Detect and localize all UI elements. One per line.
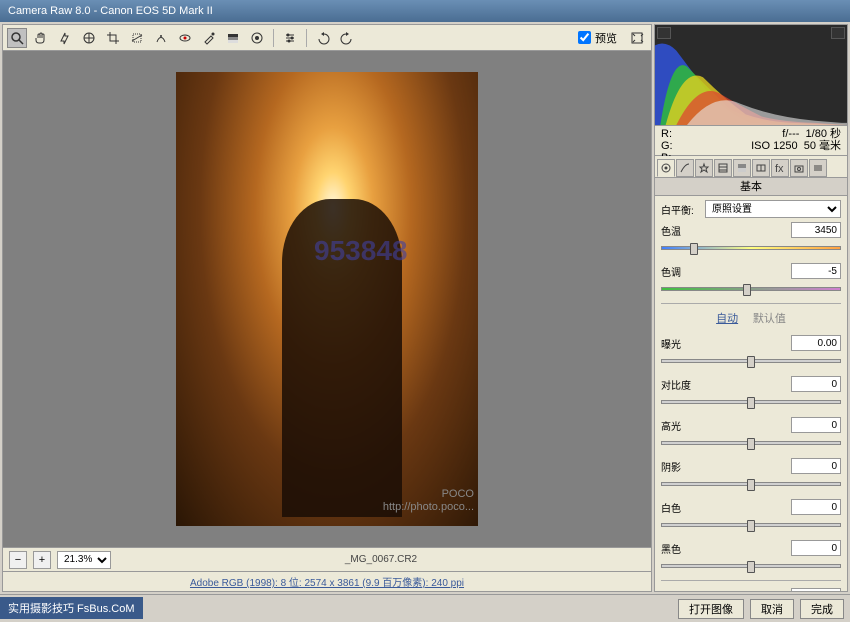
slider-label: 曝光: [661, 336, 705, 351]
slider-thumb[interactable]: [747, 479, 755, 491]
aperture-readout: f/---: [782, 128, 799, 140]
tab-detail[interactable]: [695, 159, 713, 177]
graduated-filter-icon[interactable]: [223, 28, 243, 48]
slider-thumb[interactable]: [747, 438, 755, 450]
slider-label: 色调: [661, 264, 705, 279]
overlay-text: 953848: [314, 235, 407, 267]
settings-body: 白平衡: 原照设置 色温色调 自动 默认值 曝光对比度高光阴影白色黑色 清晰度自…: [654, 196, 848, 592]
slider-track[interactable]: [661, 287, 841, 291]
slider-track[interactable]: [661, 246, 841, 250]
toolbar: 预览: [3, 25, 651, 51]
slider-value-input[interactable]: [791, 335, 841, 351]
tab-strip: fx: [654, 156, 848, 178]
slider-thumb[interactable]: [747, 397, 755, 409]
preview-checkbox[interactable]: [578, 31, 591, 44]
crop-tool-icon[interactable]: [103, 28, 123, 48]
preview-panel: 预览 POCOhttp://photo.poco... 953848 − + 2…: [2, 24, 652, 592]
tab-curve[interactable]: [676, 159, 694, 177]
adjustment-brush-icon[interactable]: [199, 28, 219, 48]
window-titlebar: Camera Raw 8.0 - Canon EOS 5D Mark II: [0, 0, 850, 22]
white-balance-tool-icon[interactable]: [55, 28, 75, 48]
slider-track[interactable]: [661, 523, 841, 527]
fullscreen-icon[interactable]: [627, 28, 647, 48]
slider-label: 色温: [661, 223, 705, 238]
shutter-readout: 1/80 秒: [806, 128, 841, 140]
rotate-left-icon[interactable]: [313, 28, 333, 48]
slider-value-input[interactable]: [791, 540, 841, 556]
slider-value-input[interactable]: [791, 458, 841, 474]
shadow-clip-icon[interactable]: [657, 27, 671, 39]
red-eye-icon[interactable]: [175, 28, 195, 48]
tab-basic[interactable]: [657, 159, 675, 177]
auto-link[interactable]: 自动: [716, 313, 738, 325]
slider-label: 清晰度: [661, 589, 705, 593]
done-button[interactable]: 完成: [800, 599, 844, 619]
canvas-footer: − + 21.3% _MG_0067.CR2: [3, 547, 651, 571]
slider-thumb[interactable]: [690, 243, 698, 255]
slider-value-input[interactable]: [791, 499, 841, 515]
info-bar: Adobe RGB (1998): 8 位: 2574 x 3861 (9.9 …: [3, 571, 651, 591]
zoom-select[interactable]: 21.3%: [57, 551, 111, 569]
wb-label: 白平衡:: [661, 202, 705, 217]
spot-removal-icon[interactable]: [151, 28, 171, 48]
slider-value-input[interactable]: [791, 376, 841, 392]
preferences-icon[interactable]: [280, 28, 300, 48]
poco-watermark: POCOhttp://photo.poco...: [383, 488, 474, 514]
tab-lens[interactable]: [752, 159, 770, 177]
slider-track[interactable]: [661, 564, 841, 568]
tab-hsl[interactable]: [714, 159, 732, 177]
slider-label: 对比度: [661, 377, 705, 392]
preview-label: 预览: [595, 30, 617, 46]
tab-split[interactable]: [733, 159, 751, 177]
slider-track[interactable]: [661, 482, 841, 486]
slider-value-input[interactable]: [791, 222, 841, 238]
readout: R: G: B: f/--- 1/80 秒 ISO 1250 50 毫米: [654, 126, 848, 156]
slider-thumb[interactable]: [743, 284, 751, 296]
slider-label: 阴影: [661, 459, 705, 474]
slider-track[interactable]: [661, 441, 841, 445]
slider-value-input[interactable]: [791, 263, 841, 279]
default-link[interactable]: 默认值: [753, 313, 786, 325]
rotate-right-icon[interactable]: [337, 28, 357, 48]
canvas-area[interactable]: POCOhttp://photo.poco... 953848: [3, 51, 651, 547]
r-readout: R:: [661, 128, 673, 140]
wb-select[interactable]: 原照设置: [705, 200, 841, 218]
filename-label: _MG_0067.CR2: [345, 554, 417, 565]
highlight-clip-icon[interactable]: [831, 27, 845, 39]
tab-fx[interactable]: fx: [771, 159, 789, 177]
slider-track[interactable]: [661, 359, 841, 363]
tab-camera[interactable]: [790, 159, 808, 177]
workflow-link[interactable]: Adobe RGB (1998): 8 位: 2574 x 3861 (9.9 …: [190, 574, 464, 589]
slider-track[interactable]: [661, 400, 841, 404]
straighten-tool-icon[interactable]: [127, 28, 147, 48]
cancel-button[interactable]: 取消: [750, 599, 794, 619]
zoom-tool-icon[interactable]: [7, 28, 27, 48]
slider-thumb[interactable]: [747, 356, 755, 368]
photo-preview: POCOhttp://photo.poco...: [176, 72, 478, 526]
slider-thumb[interactable]: [747, 561, 755, 573]
color-sampler-icon[interactable]: [79, 28, 99, 48]
right-panel: R: G: B: f/--- 1/80 秒 ISO 1250 50 毫米 fx …: [654, 24, 848, 592]
lens-readout: 50 毫米: [804, 140, 841, 152]
slider-label: 白色: [661, 500, 705, 515]
tab-presets[interactable]: [809, 159, 827, 177]
slider-thumb[interactable]: [747, 520, 755, 532]
page-watermark: 实用摄影技巧 FsBus.CoM: [0, 597, 143, 619]
histogram[interactable]: [654, 24, 848, 126]
slider-value-input[interactable]: [791, 417, 841, 433]
slider-value-input[interactable]: [791, 588, 841, 592]
g-readout: G:: [661, 140, 673, 152]
zoom-in-button[interactable]: +: [33, 551, 51, 569]
svg-text:fx: fx: [775, 163, 784, 174]
iso-readout: ISO 1250: [751, 140, 797, 152]
window-title: Camera Raw 8.0 - Canon EOS 5D Mark II: [8, 5, 213, 17]
slider-label: 高光: [661, 418, 705, 433]
open-image-button[interactable]: 打开图像: [678, 599, 744, 619]
hand-tool-icon[interactable]: [31, 28, 51, 48]
radial-filter-icon[interactable]: [247, 28, 267, 48]
panel-title: 基本: [654, 178, 848, 196]
slider-label: 黑色: [661, 541, 705, 556]
zoom-out-button[interactable]: −: [9, 551, 27, 569]
